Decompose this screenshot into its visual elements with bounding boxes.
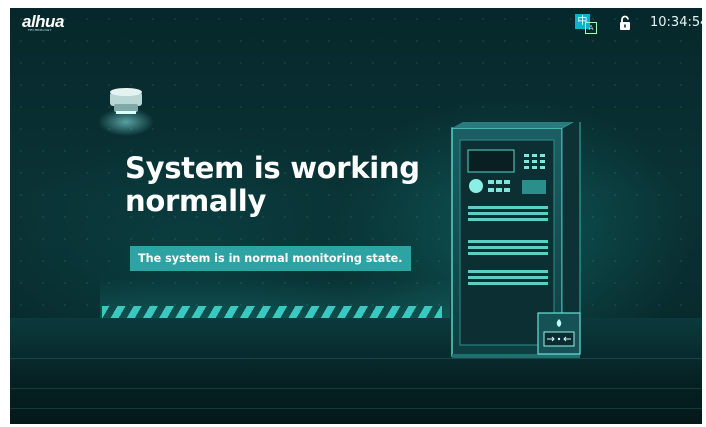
unlock-icon[interactable] — [618, 15, 632, 31]
status-message-badge: The system is in normal monitoring state… — [130, 246, 411, 271]
clock: 10:34:54 — [650, 15, 702, 30]
brand-logo-subtitle: TECHNOLOGY — [28, 28, 52, 32]
alarm-control-box-icon — [537, 312, 581, 355]
smoke-detector-icon — [98, 88, 154, 136]
home-screen: alhua TECHNOLOGY 中 A 10:34:54 System is … — [10, 8, 702, 424]
language-switch-button[interactable]: 中 A — [575, 14, 603, 36]
hazard-stripes — [102, 306, 442, 318]
language-english-icon: A — [585, 22, 597, 34]
page-title: System is working normally — [125, 151, 420, 218]
status-bar: alhua TECHNOLOGY 中 A 10:34:54 — [10, 8, 702, 38]
floor — [10, 318, 702, 424]
